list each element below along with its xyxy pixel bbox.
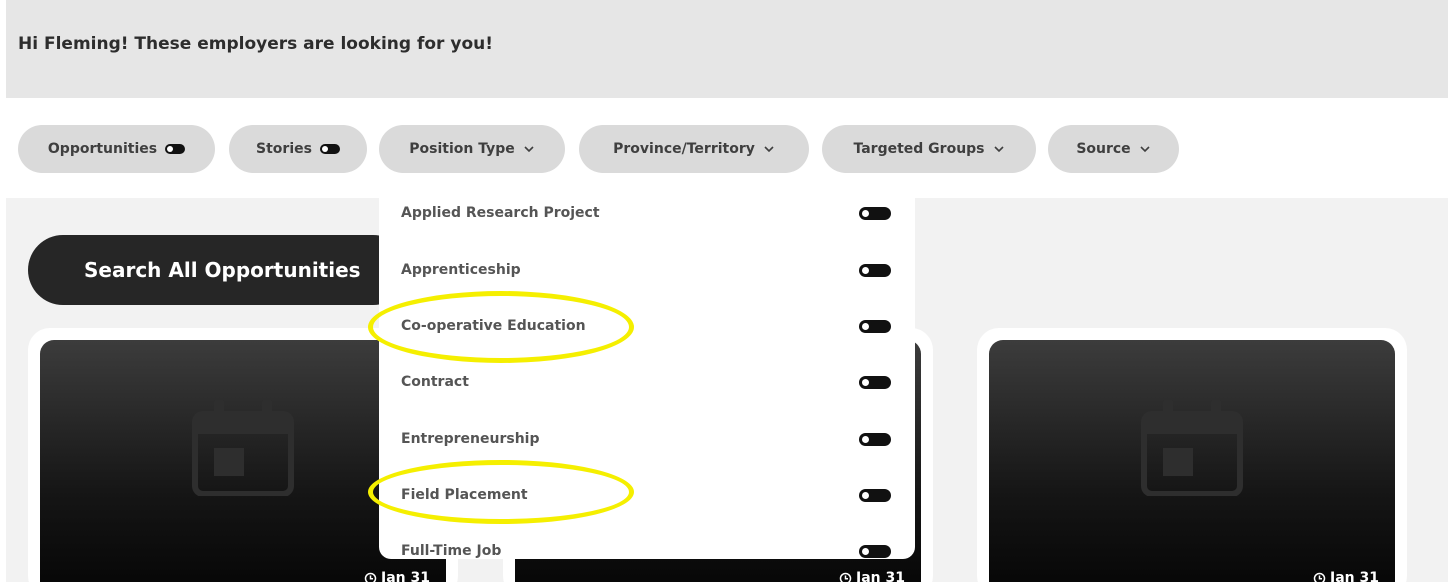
card-date: Jan 31 — [839, 570, 905, 582]
history-icon — [839, 572, 852, 582]
opportunities-toggle-pill[interactable]: Opportunities — [18, 125, 215, 173]
toggle-switch[interactable] — [859, 432, 891, 446]
chevron-down-icon — [524, 146, 534, 153]
toggle-switch[interactable] — [859, 375, 891, 389]
province-label: Province/Territory — [613, 141, 755, 157]
position-type-option[interactable]: Field Placement — [379, 467, 915, 523]
option-label: Co-operative Education — [401, 318, 586, 334]
calendar-icon — [1141, 400, 1243, 496]
targeted-groups-label: Targeted Groups — [853, 141, 985, 157]
search-button-label: Search All Opportunities — [84, 258, 361, 282]
toggle-switch[interactable] — [859, 206, 891, 220]
position-type-label: Position Type — [409, 141, 515, 157]
targeted-groups-dropdown[interactable]: Targeted Groups — [822, 125, 1036, 173]
toggle-icon — [319, 144, 340, 154]
position-type-menu: Applied Research Project Apprenticeship … — [379, 184, 915, 559]
option-label: Full-Time Job — [401, 543, 502, 559]
calendar-icon — [192, 400, 294, 496]
greeting-banner: Hi Fleming! These employers are looking … — [6, 0, 1448, 98]
card-date: Jan 31 — [364, 570, 430, 582]
position-type-dropdown[interactable]: Position Type — [379, 125, 565, 173]
position-type-option[interactable]: Apprenticeship — [379, 242, 915, 298]
option-label: Apprenticeship — [401, 262, 521, 278]
position-type-option[interactable]: Full-Time Job — [379, 523, 915, 559]
chevron-down-icon — [764, 146, 774, 153]
option-label: Entrepreneurship — [401, 431, 540, 447]
position-type-option[interactable]: Co-operative Education — [379, 298, 915, 354]
opportunity-card[interactable]: Jan 31 — [977, 328, 1407, 582]
card-date-text: Jan 31 — [381, 570, 430, 582]
chevron-down-icon — [1140, 146, 1150, 153]
toggle-switch[interactable] — [859, 319, 891, 333]
stories-label: Stories — [256, 141, 312, 157]
search-all-opportunities-button[interactable]: Search All Opportunities — [28, 235, 408, 305]
option-label: Contract — [401, 374, 469, 390]
source-label: Source — [1076, 141, 1131, 157]
toggle-switch[interactable] — [859, 488, 891, 502]
history-icon — [364, 572, 377, 582]
card-date-text: Jan 31 — [856, 570, 905, 582]
opportunities-label: Opportunities — [47, 141, 158, 157]
option-label: Field Placement — [401, 487, 528, 503]
stories-toggle-pill[interactable]: Stories — [229, 125, 367, 173]
source-dropdown[interactable]: Source — [1048, 125, 1179, 173]
option-label: Applied Research Project — [401, 205, 600, 221]
card-image: Jan 31 — [989, 340, 1395, 582]
card-date: Jan 31 — [1313, 570, 1379, 582]
greeting-text: Hi Fleming! These employers are looking … — [18, 34, 493, 54]
card-date-text: Jan 31 — [1330, 570, 1379, 582]
toggle-switch[interactable] — [859, 544, 891, 558]
position-type-option[interactable]: Applied Research Project — [379, 185, 915, 241]
province-territory-dropdown[interactable]: Province/Territory — [579, 125, 809, 173]
toggle-icon — [165, 144, 186, 154]
toggle-switch[interactable] — [859, 263, 891, 277]
chevron-down-icon — [993, 146, 1004, 153]
history-icon — [1313, 572, 1326, 582]
position-type-option[interactable]: Entrepreneurship — [379, 411, 915, 467]
position-type-option[interactable]: Contract — [379, 354, 915, 410]
